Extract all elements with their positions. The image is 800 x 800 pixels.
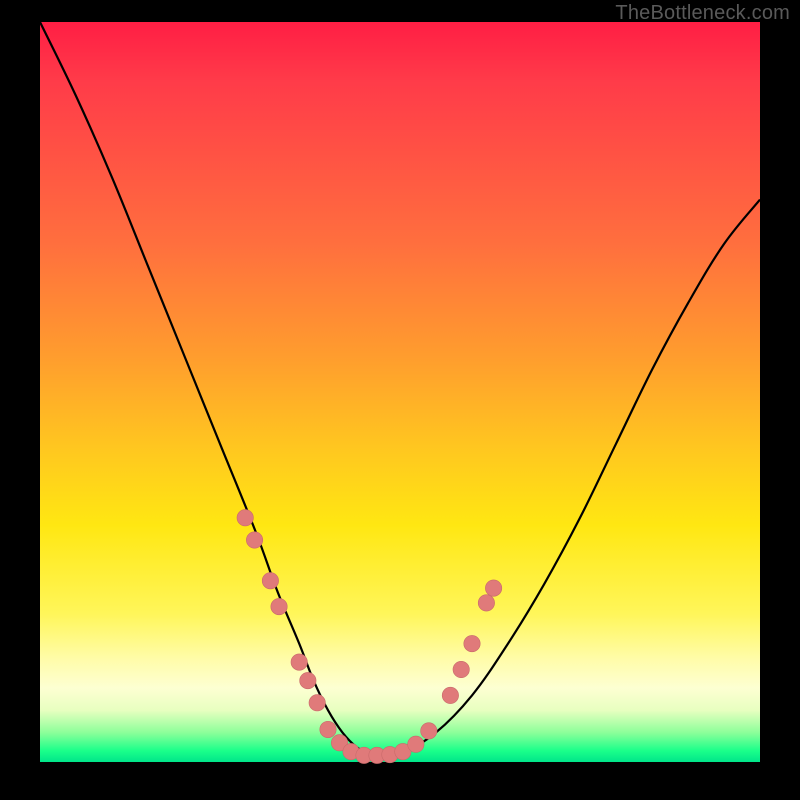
curve-marker [421, 723, 437, 739]
curve-marker [300, 672, 316, 688]
plot-area [40, 22, 760, 762]
curve-marker [464, 635, 480, 651]
bottleneck-curve [40, 22, 760, 756]
curve-marker [408, 736, 424, 752]
chart-overlay-svg [40, 22, 760, 762]
curve-marker [246, 532, 262, 548]
curve-marker [442, 687, 458, 703]
curve-markers-group [237, 510, 502, 764]
curve-marker [271, 598, 287, 614]
curve-marker [309, 695, 325, 711]
curve-marker [485, 580, 501, 596]
curve-marker [291, 654, 307, 670]
curve-marker [320, 721, 336, 737]
curve-marker [237, 510, 253, 526]
curve-marker [478, 595, 494, 611]
curve-marker [262, 573, 278, 589]
curve-marker [453, 661, 469, 677]
chart-stage: TheBottleneck.com [0, 0, 800, 800]
